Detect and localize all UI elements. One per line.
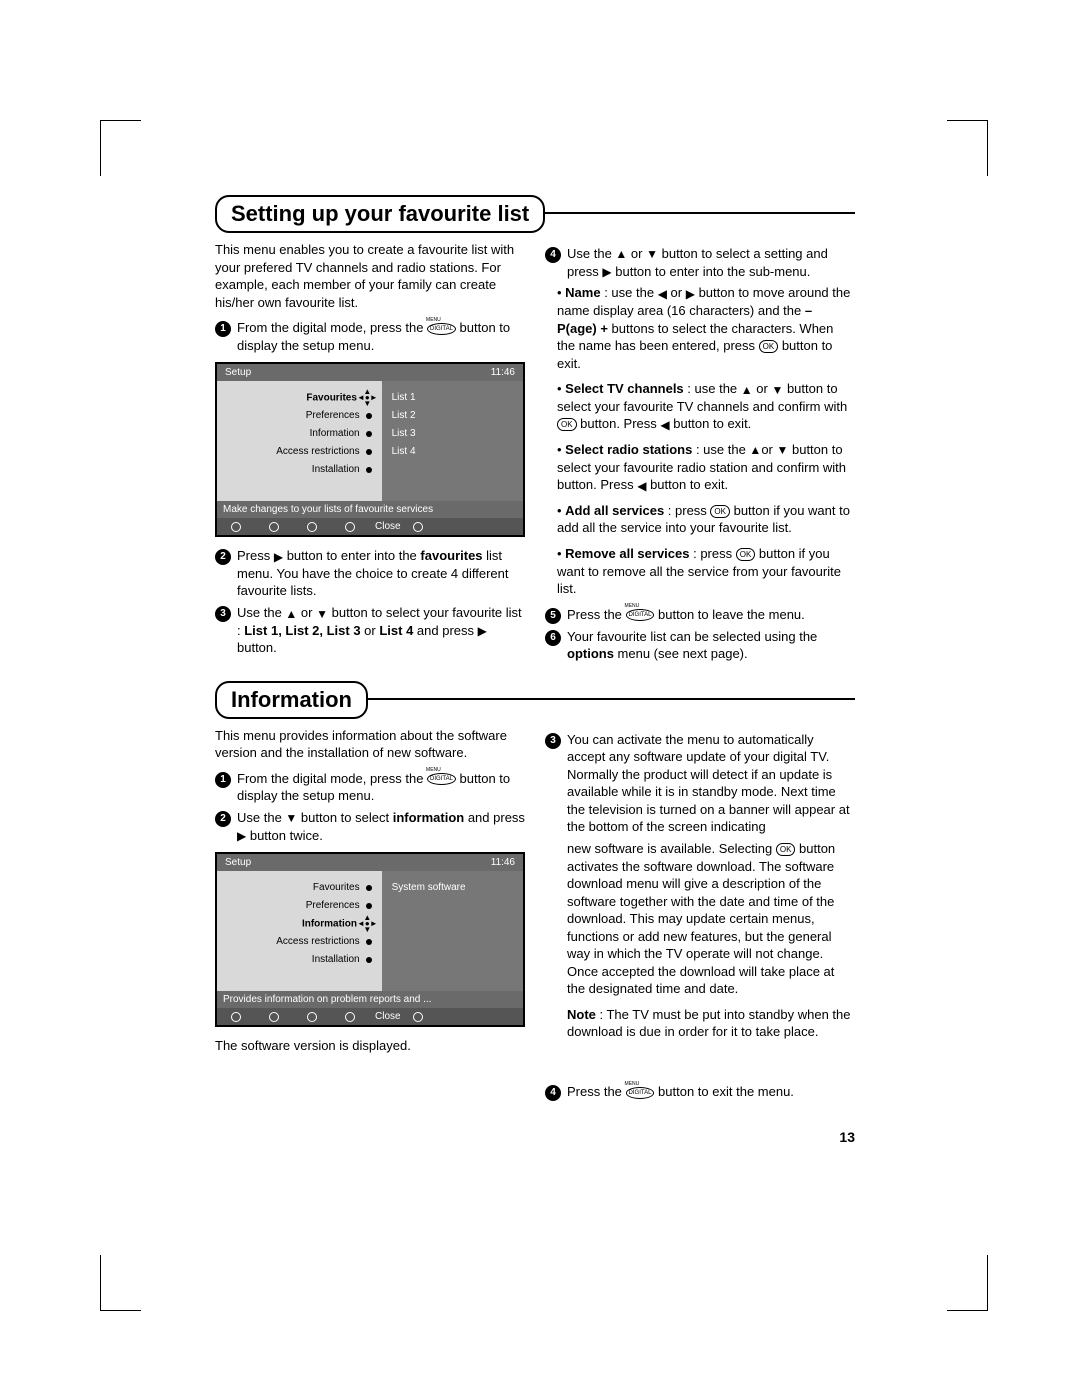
up-arrow-icon: ▲ — [741, 382, 753, 398]
step-1: 1 From the digital mode, press the DIGIT… — [215, 319, 525, 354]
down-arrow-icon: ▼ — [776, 442, 788, 458]
step-num-icon: 3 — [545, 733, 561, 749]
step-num-icon: 4 — [545, 1085, 561, 1101]
nav-arrows-icon: ▲◄●►▼ — [357, 389, 378, 407]
note: Note : The TV must be put into standby w… — [567, 1006, 855, 1041]
right-arrow-icon: ▶ — [478, 623, 487, 639]
section-title: Setting up your favourite list — [215, 195, 545, 233]
menu-item: Favourites — [313, 882, 360, 893]
menu-item: Favourites — [306, 393, 357, 404]
tv-title: Setup — [225, 857, 251, 868]
submenu-item: List 2 — [392, 407, 523, 425]
digital-menu-icon: DIGITAL — [427, 773, 456, 785]
menu-item: Access restrictions — [276, 446, 359, 457]
step-num-icon: 2 — [215, 811, 231, 827]
step-num-icon: 2 — [215, 549, 231, 565]
tv-setup-information: Setup 11:46 Favourites Preferences Inform… — [215, 852, 525, 1027]
digital-menu-icon: DIGITAL — [626, 1087, 655, 1099]
down-arrow-icon: ▼ — [771, 382, 783, 398]
tv-hint: Make changes to your lists of favourite … — [217, 501, 523, 518]
crop-mark — [947, 120, 988, 176]
right-arrow-icon: ▶ — [237, 828, 246, 844]
digital-menu-icon: DIGITAL — [427, 323, 456, 335]
manual-page: Setting up your favourite list This menu… — [0, 0, 1080, 1397]
ok-icon: OK — [776, 843, 796, 856]
up-arrow-icon: ▲ — [285, 606, 297, 622]
step-num-icon: 6 — [545, 630, 561, 646]
tv-footer: Close — [217, 518, 523, 535]
left-arrow-icon: ◀ — [658, 286, 667, 302]
bullet-radio: Select radio stations : use the ▲or ▼ bu… — [557, 441, 855, 494]
bullet-remove-all: Remove all services : press OK button if… — [557, 545, 855, 598]
tv-title: Setup — [225, 367, 251, 378]
submenu-item: System software — [392, 879, 523, 897]
ok-icon: OK — [736, 548, 756, 561]
step-4: 4 Press the DIGITAL button to exit the m… — [545, 1083, 855, 1101]
submenu-item: List 4 — [392, 443, 523, 461]
bullet-tv-channels: Select TV channels : use the ▲ or ▼ butt… — [557, 380, 855, 433]
tv-setup-favourites: Setup 11:46 Favourites▲◄●►▼ Preferences I… — [215, 362, 525, 537]
left-arrow-icon: ◀ — [660, 417, 669, 433]
step-1: 1 From the digital mode, press the DIGIT… — [215, 770, 525, 805]
step-num-icon: 3 — [215, 606, 231, 622]
step-num-icon: 1 — [215, 772, 231, 788]
ok-icon: OK — [557, 418, 577, 431]
menu-item: Preferences — [306, 410, 360, 421]
submenu-item: List 3 — [392, 425, 523, 443]
menu-item: Information — [310, 428, 360, 439]
down-arrow-icon: ▼ — [646, 246, 658, 262]
step-3: 3 You can activate the menu to automatic… — [545, 731, 855, 836]
down-arrow-icon: ▼ — [316, 606, 328, 622]
step-5: 5 Press the DIGITAL button to leave the … — [545, 606, 855, 624]
intro-text: This menu enables you to create a favour… — [215, 241, 525, 311]
digital-menu-icon: DIGITAL — [626, 609, 655, 621]
tv-time: 11:46 — [491, 857, 515, 868]
step-3: 3 Use the ▲ or ▼ button to select your f… — [215, 604, 525, 657]
step-num-icon: 4 — [545, 247, 561, 263]
step-3-cont: new software is available. Selecting OK … — [567, 840, 855, 998]
bullet-name: Name : use the ◀ or ▶ button to move aro… — [557, 284, 855, 372]
menu-item: Preferences — [306, 900, 360, 911]
right-arrow-icon: ▶ — [686, 286, 695, 302]
crop-mark — [947, 1255, 988, 1311]
bullet-add-all: Add all services : press OK button if yo… — [557, 502, 855, 537]
step-2: 2 Use the ▼ button to select information… — [215, 809, 525, 844]
down-arrow-icon: ▼ — [285, 810, 297, 826]
right-arrow-icon: ▶ — [602, 264, 611, 280]
intro-text: This menu provides information about the… — [215, 727, 525, 762]
submenu-item: List 1 — [392, 389, 523, 407]
step-num-icon: 1 — [215, 321, 231, 337]
step-num-icon: 5 — [545, 608, 561, 624]
crop-mark — [100, 120, 141, 176]
caption: The software version is displayed. — [215, 1037, 525, 1055]
up-arrow-icon: ▲ — [749, 442, 761, 458]
menu-item: Access restrictions — [276, 936, 359, 947]
menu-item: Information — [302, 919, 357, 930]
ok-icon: OK — [710, 505, 730, 518]
menu-item: Installation — [312, 464, 360, 475]
step-6: 6 Your favourite list can be selected us… — [545, 628, 855, 663]
step-4: 4 Use the ▲ or ▼ button to select a sett… — [545, 245, 855, 280]
tv-hint: Provides information on problem reports … — [217, 991, 523, 1008]
tv-footer: Close — [217, 1008, 523, 1025]
crop-mark — [100, 1255, 141, 1311]
right-arrow-icon: ▶ — [274, 549, 283, 565]
up-arrow-icon: ▲ — [615, 246, 627, 262]
ok-icon: OK — [759, 340, 779, 353]
tv-time: 11:46 — [491, 367, 515, 378]
menu-item: Installation — [312, 954, 360, 965]
section-title: Information — [215, 681, 368, 719]
nav-arrows-icon: ▲◄●►▼ — [357, 915, 378, 933]
step-2: 2 Press ▶ button to enter into the favou… — [215, 547, 525, 600]
page-number: 13 — [839, 1129, 855, 1145]
